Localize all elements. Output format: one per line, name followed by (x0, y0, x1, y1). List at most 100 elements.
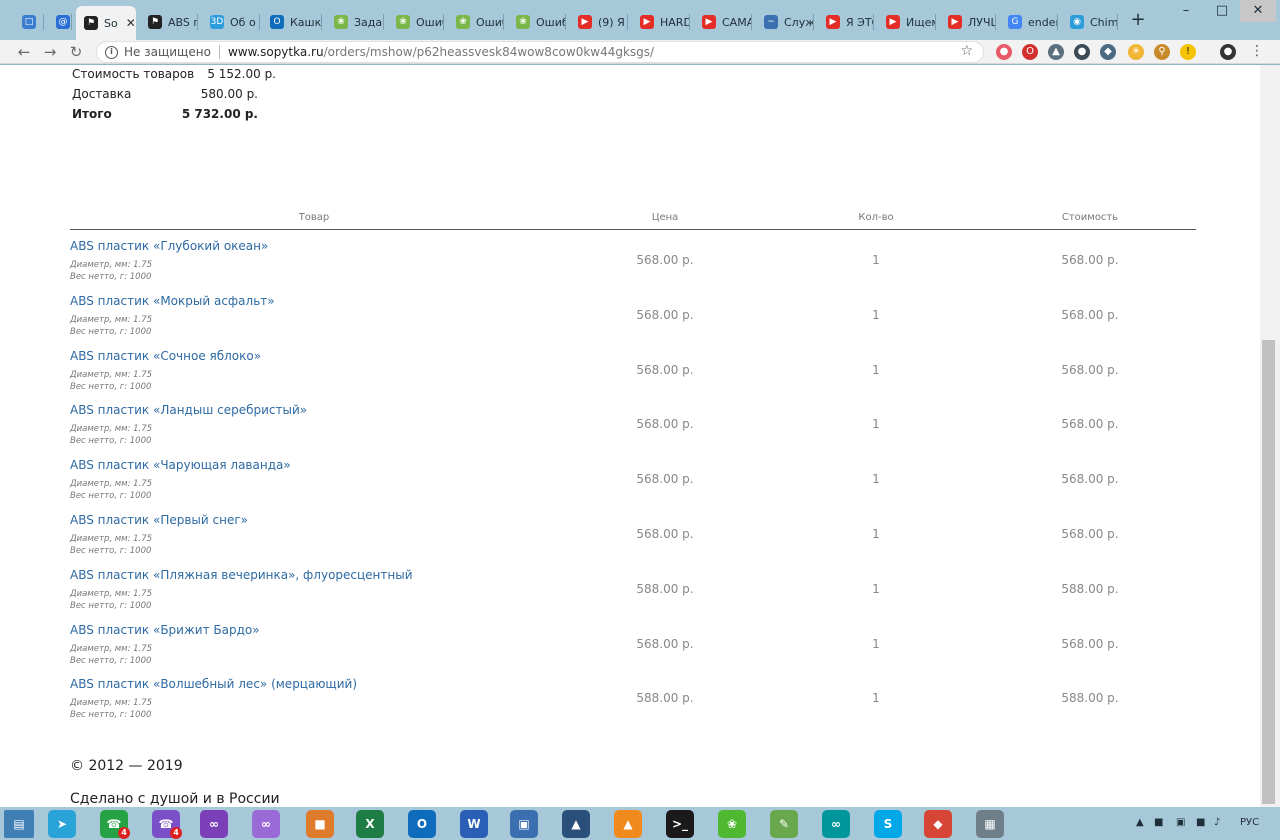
extension-icon[interactable]: ! (1180, 44, 1196, 60)
notepad-icon[interactable]: ✎ (770, 810, 798, 838)
product-qty: 1 (872, 472, 880, 487)
tree-icon[interactable]: ▲ (562, 810, 590, 838)
product-name-link[interactable]: ABS пластик «Чарующая лаванда» (70, 458, 291, 472)
new-tab-button[interactable]: + (1128, 10, 1148, 30)
scrollbar-thumb[interactable] (1262, 340, 1275, 804)
minimize-button[interactable]: – (1168, 0, 1204, 22)
browser-tab[interactable]: ▶ (9) Я (570, 8, 628, 36)
visual-studio-icon[interactable]: ∞ (200, 810, 228, 838)
vlc-icon[interactable]: ▲ (614, 810, 642, 838)
task-view-icon[interactable]: ▤ (4, 810, 34, 838)
leaf-icon: ❀ (396, 15, 410, 29)
tab-label: So (104, 16, 118, 30)
product-cost: 568.00 р. (1061, 417, 1119, 432)
tray-chevron-icon[interactable]: ▲ (1136, 817, 1144, 828)
product-name-link[interactable]: ABS пластик «Сочное яблоко» (70, 349, 261, 363)
reload-button[interactable]: ↻ (66, 42, 86, 62)
calculator-icon[interactable]: ▦ (976, 810, 1004, 838)
extension-icon[interactable]: ▲ (1048, 44, 1064, 60)
order-item-row: ABS пластик «Пляжная вечеринка», флуорес… (70, 566, 1196, 621)
menu-dots-icon[interactable]: ⋮ (1250, 43, 1264, 59)
outlook-icon: O (270, 15, 284, 29)
leaf-icon: ❀ (456, 15, 470, 29)
browser-tab[interactable]: ~ Служ (756, 8, 814, 36)
browser-tab[interactable]: ▶ HARD (632, 8, 690, 36)
chat-icon: □ (22, 15, 36, 29)
tab-separator (873, 14, 874, 30)
browser-tab[interactable]: ❀ Ошиб (508, 8, 566, 36)
product-qty: 1 (872, 526, 880, 541)
product-weight: Вес нетто, г: 1000 (70, 272, 152, 282)
address-bar[interactable]: i Не защищено www.sopytka.ru/orders/msho… (96, 41, 984, 63)
back-button[interactable]: ← (14, 42, 34, 62)
visual-studio-icon[interactable]: ∞ (252, 810, 280, 838)
browser-tab[interactable]: ▶ ЛУЧШ (940, 8, 996, 36)
browser-tab[interactable]: ⚑ ABS п (140, 8, 198, 36)
tray-app-icon[interactable]: ■ (1154, 817, 1163, 828)
browser-tab[interactable]: ▶ САМА (694, 8, 752, 36)
bookmark-star-icon[interactable]: ☆ (960, 43, 973, 59)
browser-tab[interactable]: ❀ Ошиб (448, 8, 504, 36)
browser-tab[interactable]: ▶ Ищем (878, 8, 936, 36)
omnibox-separator (218, 45, 220, 59)
excel-icon[interactable]: X (356, 810, 384, 838)
arduino-icon[interactable]: ∞ (822, 810, 850, 838)
opera-icon[interactable]: O (1022, 44, 1038, 60)
product-price: 568.00 р. (636, 636, 694, 651)
language-indicator[interactable]: РУС (1240, 817, 1259, 828)
browser-tab[interactable]: ❀ Ошиб (388, 8, 444, 36)
extension-icon[interactable]: ● (996, 44, 1012, 60)
browser-tab[interactable]: □ (14, 8, 44, 36)
close-window-button[interactable]: ✕ (1240, 0, 1276, 22)
extension-icon[interactable]: ● (1074, 44, 1090, 60)
word-icon[interactable]: W (460, 810, 488, 838)
outlook-icon[interactable]: O (408, 810, 436, 838)
product-name-link[interactable]: ABS пластик «Мокрый асфальт» (70, 294, 275, 308)
browser-tab[interactable]: Gender (1000, 8, 1058, 36)
maximize-button[interactable]: □ (1204, 0, 1240, 22)
slicer-icon[interactable]: ◆ (924, 810, 952, 838)
product-name-link[interactable]: ABS пластик «Ландыш серебристый» (70, 403, 307, 417)
weather-icon[interactable]: ☀ (1128, 44, 1144, 60)
browser-tab[interactable]: 3D Об о (202, 8, 260, 36)
telegram-icon[interactable]: ➤ (48, 810, 76, 838)
footer-made-with: Сделано с душой и в России (70, 791, 280, 807)
product-price: 588.00 р. (636, 691, 694, 706)
browser-tab[interactable]: ⚑ So ✕ (76, 6, 136, 40)
volume-icon[interactable]: ♪ (1214, 817, 1220, 828)
extension-icon[interactable]: ◆ (1100, 44, 1116, 60)
close-tab-icon[interactable]: ✕ (126, 16, 136, 30)
whatsapp-icon[interactable]: ☎ 4 (100, 810, 130, 839)
summary-delivery-row: Доставка 580.00 р. (72, 85, 272, 105)
product-name-link[interactable]: ABS пластик «Первый снег» (70, 513, 248, 527)
order-item-row: ABS пластик «Волшебный лес» (мерцающий) Д… (70, 675, 1196, 730)
product-name-link[interactable]: ABS пластик «Глубокий океан» (70, 239, 268, 253)
network-status-icon[interactable]: ▣ (1176, 817, 1185, 828)
page-content: Стоимость товаров 5 152.00 р. Доставка 5… (0, 65, 1260, 807)
header-product: Товар (298, 212, 330, 223)
tray-app-icon[interactable]: ■ (1196, 817, 1205, 828)
icq-icon[interactable]: ❀ (718, 810, 746, 838)
browser-tab[interactable]: ❀ Задач (326, 8, 384, 36)
browser-tab[interactable]: ▶ Я ЭТС (818, 8, 874, 36)
search-extension-icon[interactable]: ⚲ (1154, 44, 1170, 60)
skype-icon[interactable]: S (874, 810, 902, 838)
viber-icon[interactable]: ☎ 4 (152, 810, 182, 839)
browser-tab[interactable]: ◉ Chim (1062, 8, 1118, 36)
info-icon[interactable]: i (105, 45, 118, 59)
paint-icon[interactable]: ■ (306, 810, 334, 838)
product-name-link[interactable]: ABS пластик «Волшебный лес» (мерцающий) (70, 677, 357, 691)
product-name-link[interactable]: ABS пластик «Пляжная вечеринка», флуорес… (70, 568, 413, 582)
browser-tab[interactable]: O Кашк (262, 8, 322, 36)
tab-label: Chim (1090, 15, 1118, 29)
product-name-link[interactable]: ABS пластик «Брижит Бардо» (70, 623, 260, 637)
tab-separator (995, 14, 996, 30)
terminal-icon[interactable]: >_ (666, 810, 694, 838)
notification-badge: 4 (170, 827, 182, 839)
browser-tab[interactable]: @ (48, 8, 72, 36)
product-price: 568.00 р. (636, 307, 694, 322)
forward-button[interactable]: → (40, 42, 60, 62)
network-icon[interactable]: ▣ (510, 810, 538, 838)
profile-avatar[interactable]: ● (1220, 44, 1236, 60)
product-diameter: Диаметр, мм: 1.75 (70, 479, 153, 490)
